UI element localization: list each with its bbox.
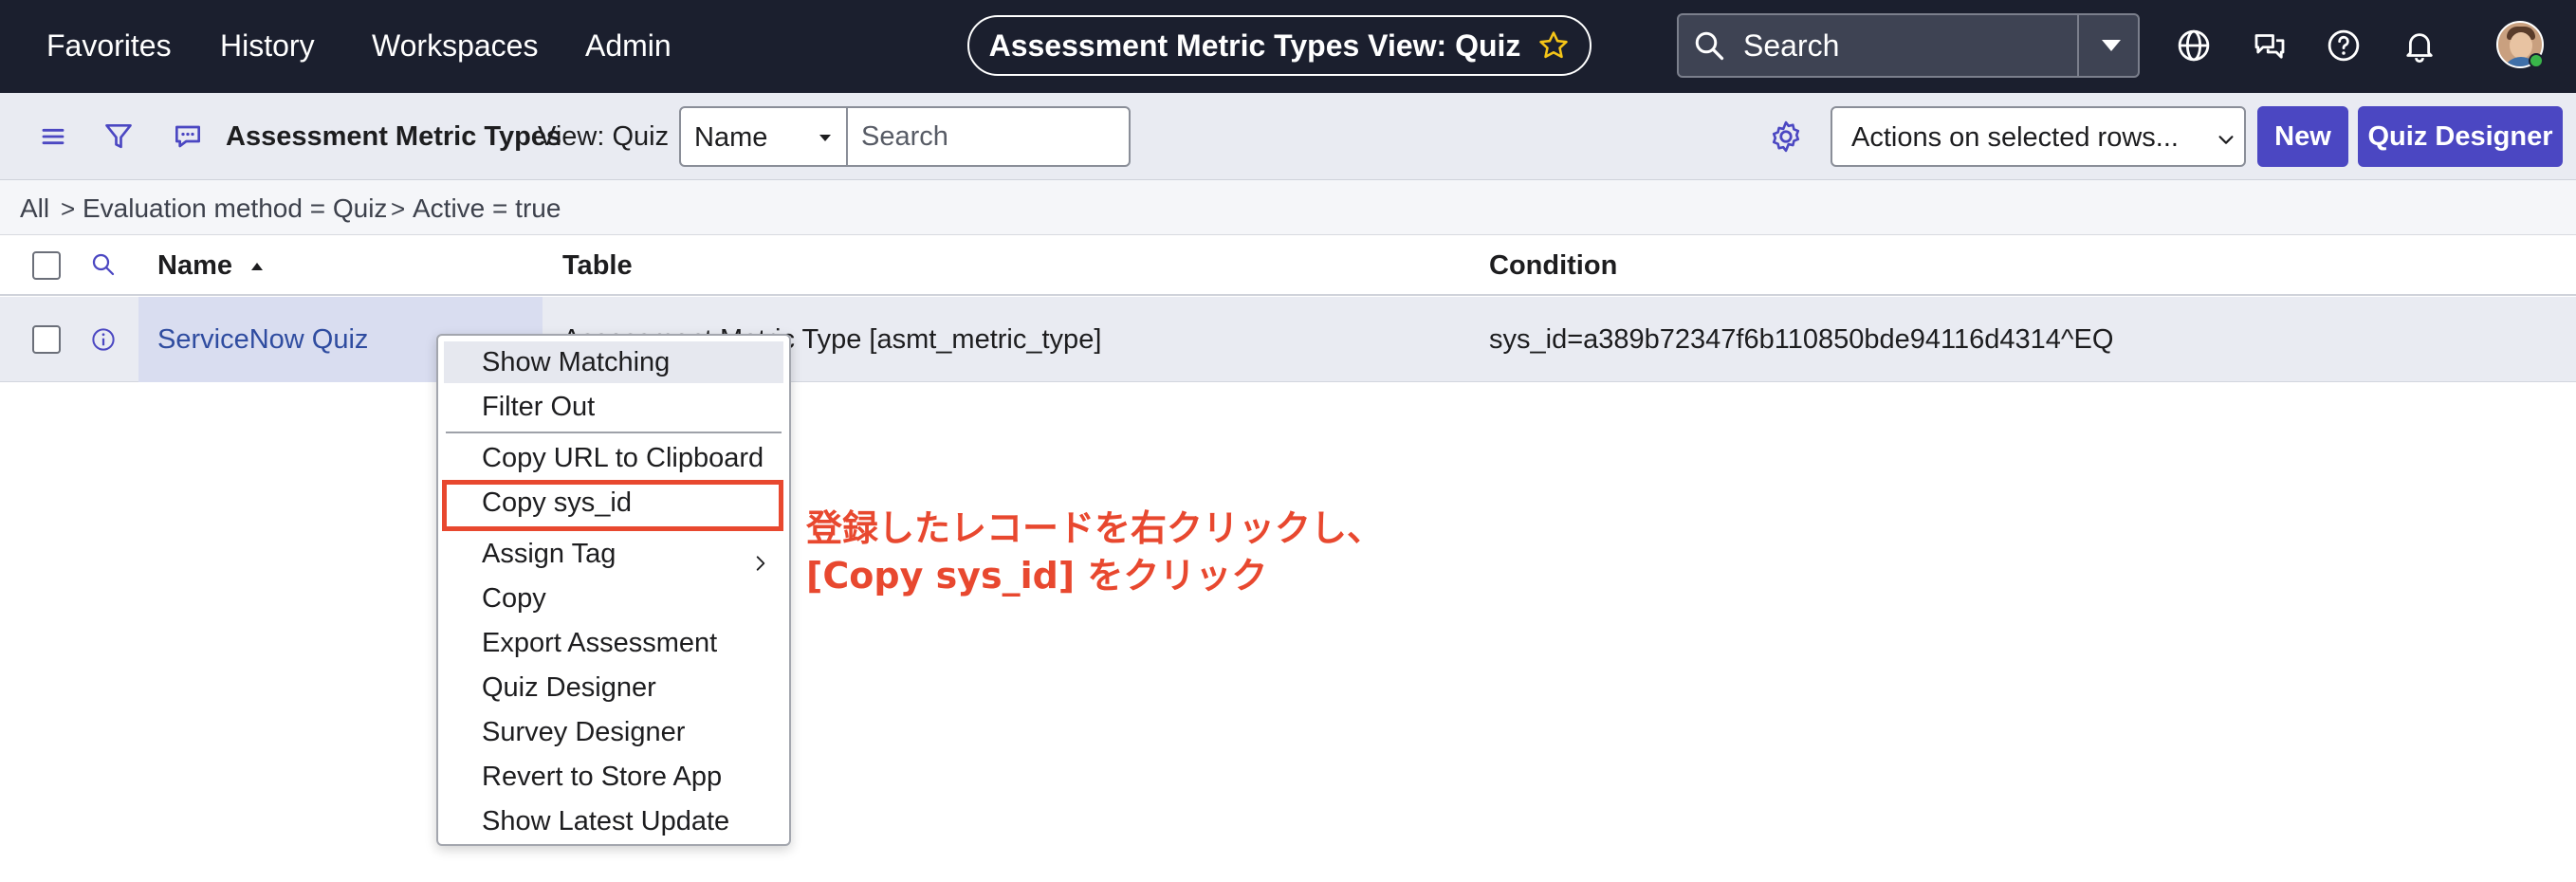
quiz-designer-button[interactable]: Quiz Designer (2358, 106, 2563, 167)
breadcrumb-separator: > (61, 194, 76, 223)
sort-ascending-icon (251, 263, 264, 271)
filter-icon[interactable] (100, 118, 138, 156)
breadcrumb-evaluation-method[interactable]: Evaluation method = Quiz (83, 192, 387, 226)
breadcrumb-separator: > (391, 194, 406, 223)
column-header-condition[interactable]: Condition (1489, 248, 1617, 283)
gear-icon[interactable] (1766, 117, 1806, 161)
menu-item-survey-designer[interactable]: Survey Designer (444, 711, 783, 753)
search-scope-dropdown-icon[interactable] (2092, 28, 2130, 67)
online-status-indicator (2529, 53, 2544, 68)
comment-icon[interactable] (169, 118, 207, 156)
menu-item-copy-url[interactable]: Copy URL to Clipboard (444, 437, 783, 479)
table-header: Name Table Condition (0, 235, 2576, 296)
column-search-icon[interactable] (89, 250, 118, 284)
search-icon (1692, 28, 1726, 67)
actions-select-value: Actions on selected rows... (1851, 122, 2179, 153)
nav-history[interactable]: History (220, 25, 315, 66)
caret-down-icon (819, 135, 831, 141)
row-checkbox[interactable] (32, 325, 61, 354)
menu-separator (446, 432, 782, 433)
chevron-down-icon (2216, 129, 2236, 155)
menu-item-revert-to-store-app[interactable]: Revert to Store App (444, 756, 783, 798)
row-context-menu: Show Matching Filter Out Copy URL to Cli… (436, 334, 791, 846)
globe-icon[interactable] (2174, 26, 2214, 65)
annotation-line-2: [Copy sys_id] をクリック (806, 555, 1268, 597)
list-search-input[interactable] (846, 106, 1131, 167)
copy-sys-id-highlight (442, 480, 783, 531)
search-field-select[interactable]: Name (679, 106, 848, 167)
top-navigation-bar: Favorites History Workspaces Admin Asses… (0, 0, 2576, 93)
chat-icon[interactable] (2250, 26, 2290, 65)
nav-admin[interactable]: Admin (585, 25, 672, 66)
record-name-link[interactable]: ServiceNow Quiz (157, 322, 368, 358)
menu-item-assign-tag[interactable]: Assign Tag (444, 533, 783, 575)
list-title: Assessment Metric Types (226, 121, 562, 152)
list-view-label[interactable]: View: Quiz (538, 118, 669, 156)
menu-item-show-matching[interactable]: Show Matching (444, 341, 783, 383)
breadcrumb: All > Evaluation method = Quiz > Active … (0, 180, 2576, 235)
table-row[interactable]: ServiceNow Quiz Assessment Metric Type [… (0, 297, 2576, 382)
page-title: Assessment Metric Types View: Quiz (988, 28, 1521, 63)
menu-item-copy[interactable]: Copy (444, 578, 783, 619)
search-field-value: Name (694, 122, 768, 153)
nav-workspaces[interactable]: Workspaces (372, 25, 538, 66)
list-header-bar: Assessment Metric Types View: Quiz Name … (0, 93, 2576, 180)
info-icon[interactable] (89, 325, 118, 358)
select-all-checkbox[interactable] (32, 251, 61, 280)
column-header-name[interactable]: Name (157, 248, 267, 283)
menu-item-export-assessment[interactable]: Export Assessment (444, 622, 783, 664)
breadcrumb-active[interactable]: Active = true (413, 192, 561, 226)
new-button[interactable]: New (2257, 106, 2348, 167)
actions-select[interactable]: Actions on selected rows... (1831, 106, 2246, 167)
bell-icon[interactable] (2400, 26, 2439, 65)
global-search[interactable]: Search (1677, 13, 2140, 78)
star-icon[interactable] (1537, 29, 1570, 62)
menu-item-filter-out[interactable]: Filter Out (444, 386, 783, 428)
menu-item-show-latest-update[interactable]: Show Latest Update (444, 800, 783, 842)
record-condition-cell: sys_id=a389b72347f6b110850bde94116d4314^… (1489, 324, 2114, 355)
search-divider (2077, 15, 2079, 76)
global-search-input[interactable]: Search (1743, 27, 1839, 64)
help-icon[interactable] (2324, 26, 2364, 65)
breadcrumb-all[interactable]: All (20, 192, 49, 226)
list-menu-icon[interactable] (34, 118, 72, 156)
menu-item-quiz-designer[interactable]: Quiz Designer (444, 667, 783, 708)
column-header-table[interactable]: Table (562, 248, 633, 283)
annotation-line-1: 登録したレコードを右クリックし、 (806, 507, 1384, 549)
context-title-pill[interactable]: Assessment Metric Types View: Quiz (967, 15, 1592, 76)
nav-favorites[interactable]: Favorites (46, 25, 172, 66)
